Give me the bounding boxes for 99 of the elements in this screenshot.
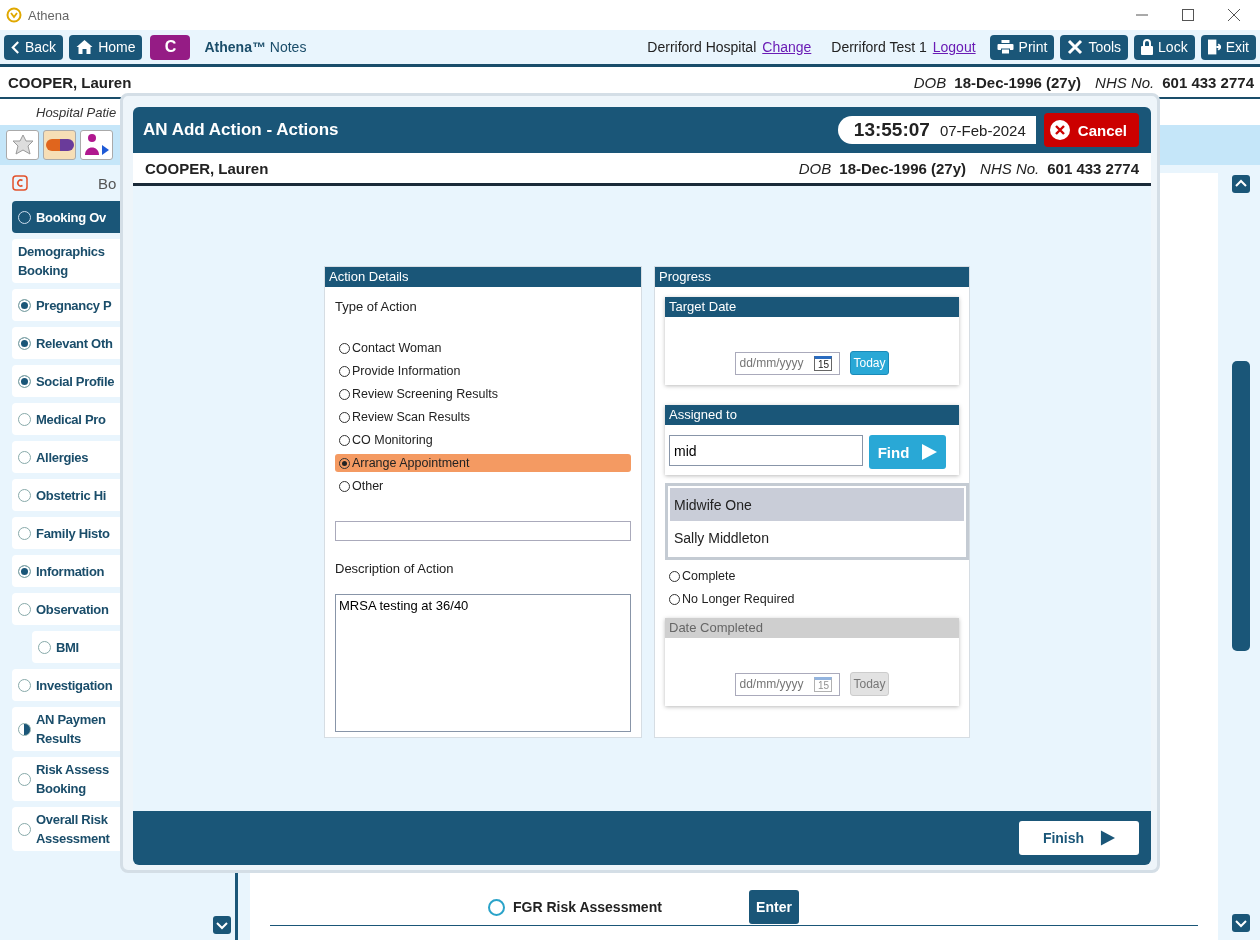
person-arrow-icon [83, 133, 110, 157]
star-icon [10, 133, 35, 157]
description-field[interactable]: MRSA testing at 36/40 [335, 594, 631, 732]
sidebar-label: Obstetric Hi [36, 486, 107, 505]
location-label: Derriford Hospital [647, 39, 757, 55]
sidebar-label: Information [36, 562, 105, 581]
field-label: Description of Action [335, 561, 455, 576]
scroll-up-icon[interactable] [1232, 175, 1250, 193]
dob-label: DOB [913, 73, 947, 91]
sidebar-heading: Bo [98, 174, 117, 192]
c-logo-icon [12, 175, 28, 191]
sidebar-label: Social Profile [36, 372, 115, 391]
sidebar-label: Overall Risk Assessment [36, 811, 110, 848]
tool-button[interactable] [43, 130, 76, 160]
tool-button[interactable] [80, 130, 113, 160]
radio-button[interactable] [488, 898, 505, 916]
radio-option[interactable]: Provide Information [335, 362, 631, 380]
radio-option[interactable]: Contact Woman [335, 339, 631, 357]
sidebar-label: Investigation [36, 676, 113, 695]
close-icon[interactable] [1228, 9, 1240, 21]
section-heading: Date Completed [665, 618, 959, 638]
exit-door-icon [1207, 39, 1221, 55]
panel-heading: Action Details [325, 267, 641, 287]
date-text: 07-Feb-2024 [939, 121, 1026, 139]
enter-button[interactable]: Enter [749, 890, 799, 924]
scroll-down-icon[interactable] [213, 916, 231, 934]
sidebar-label: Family Histo [36, 524, 110, 543]
sidebar-label: AN Paymen Results [36, 711, 106, 748]
play-arrow-icon [921, 444, 938, 460]
dob-label: DOB [798, 159, 832, 177]
pill-icon [45, 139, 74, 151]
dob-value: 18-Dec-1996 (27y) [839, 159, 967, 177]
play-arrow-icon [1100, 830, 1116, 846]
dialog-title: AN Add Action - Actions [143, 120, 339, 140]
status-dot [18, 336, 31, 350]
chevron-left-icon [11, 40, 20, 54]
user-label: Derriford Test 1 [831, 39, 927, 55]
maximize-icon[interactable] [1182, 9, 1194, 21]
nhs-label: NHS No. [1095, 73, 1155, 91]
time-text: 13:55:07 [853, 119, 930, 141]
radio-option[interactable]: Arrange Appointment [335, 454, 631, 472]
sidebar-label: BMI [56, 638, 79, 657]
close-circle-icon [1049, 120, 1070, 140]
field-label: Type of Action [335, 299, 418, 314]
patient-name: COOPER, Lauren [8, 73, 132, 91]
radio-option[interactable]: No Longer Required [665, 590, 959, 608]
tools-icon [1067, 39, 1084, 55]
dob-value: 18-Dec-1996 (27y) [954, 73, 1082, 91]
exit-button[interactable]: Exit [1200, 34, 1256, 60]
app-logo-icon [6, 7, 22, 23]
status-dot [18, 298, 31, 312]
cancel-button[interactable]: Cancel [1043, 113, 1139, 147]
sidebar-label: Demographics Booking [18, 243, 105, 280]
lock-icon [1141, 39, 1154, 55]
radio-option[interactable]: Review Scan Results [335, 408, 631, 426]
app-name: Athena™ Notes [204, 39, 307, 55]
sidebar-label: Allergies [36, 448, 89, 467]
section-heading: Assigned to [665, 405, 959, 425]
calendar-icon[interactable]: 15 [814, 355, 833, 371]
change-link[interactable]: Change [762, 39, 812, 55]
sidebar-label: Pregnancy P [36, 296, 112, 315]
patient-name: COOPER, Lauren [145, 159, 269, 177]
nhs-value: 601 433 2774 [1047, 159, 1139, 177]
date-field[interactable]: dd/mm/yyyy 15 [735, 351, 841, 375]
radio-option[interactable]: CO Monitoring [335, 431, 631, 449]
logout-link[interactable]: Logout [932, 39, 976, 55]
sidebar-label: Observation [36, 600, 109, 619]
scrollbar-thumb[interactable] [1232, 361, 1250, 651]
status-dot [18, 374, 31, 388]
back-button[interactable]: Back [4, 34, 64, 60]
other-input-field[interactable] [335, 521, 631, 541]
status-dot [18, 722, 31, 736]
tools-button[interactable]: Tools [1060, 34, 1129, 60]
radio-option[interactable]: Complete [665, 567, 959, 585]
sidebar-label: Booking Ov [36, 208, 106, 227]
print-button[interactable]: Print [989, 34, 1055, 60]
radio-option[interactable]: Other [335, 477, 631, 495]
printer-icon [996, 40, 1014, 54]
finish-button[interactable]: Finish [1019, 821, 1139, 855]
home-icon [76, 40, 94, 54]
subheader-text: Hospital Patie [36, 104, 117, 120]
window-title: Athena [28, 7, 70, 23]
sidebar-label: Relevant Oth [36, 334, 113, 353]
sidebar-label: Risk Assess Booking [36, 761, 109, 798]
suggestion-item[interactable]: Midwife One [670, 488, 964, 521]
lock-button[interactable]: Lock [1134, 34, 1195, 60]
scroll-down-icon[interactable] [1232, 914, 1250, 932]
nhs-label: NHS No. [980, 159, 1040, 177]
row-label: FGR Risk Assessment [513, 899, 663, 915]
radio-option[interactable]: Review Screening Results [335, 385, 631, 403]
c-button[interactable]: C [150, 34, 191, 60]
panel-heading: Progress [655, 267, 969, 287]
nhs-value: 601 433 2774 [1162, 73, 1254, 91]
home-button[interactable]: Home [69, 34, 143, 60]
status-dot [18, 564, 31, 578]
section-heading: Target Date [665, 297, 959, 317]
assigned-input-field[interactable]: mid [669, 435, 863, 466]
suggestion-item[interactable]: Sally Middleton [670, 521, 964, 554]
sidebar-label: Medical Pro [36, 410, 106, 429]
